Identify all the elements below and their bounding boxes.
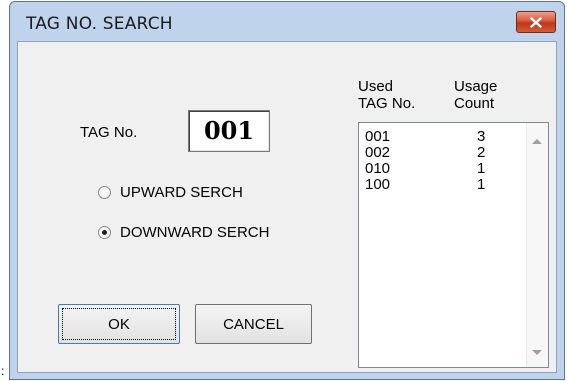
cancel-button[interactable]: CANCEL	[195, 304, 312, 344]
list-item-tag: 002	[365, 144, 391, 161]
radio-upward-search[interactable]: UPWARD SERCH	[98, 184, 243, 201]
list-item[interactable]: 010 1	[359, 161, 524, 177]
used-tag-header-line1: Used	[358, 78, 394, 95]
radio-downward-search[interactable]: DOWNWARD SERCH	[98, 224, 269, 241]
usage-count-header-line1: Usage	[454, 78, 498, 95]
list-item[interactable]: 001 3	[359, 129, 524, 145]
scroll-down-arrow-icon[interactable]	[532, 350, 542, 355]
dialog-client-area: TAG No. 001 UPWARD SERCH DOWNWARD SERCH …	[17, 41, 557, 373]
close-button[interactable]	[516, 11, 556, 33]
list-rows: 001 3 002 2 010 1 100 1	[359, 129, 524, 193]
used-tag-header: Used TAG No.	[358, 78, 415, 112]
ok-button-label: OK	[108, 315, 130, 333]
usage-count-header-line2: Count	[454, 95, 495, 112]
ok-button[interactable]: OK	[58, 304, 180, 344]
usage-count-header: Usage Count	[454, 78, 497, 112]
radio-downward-label: DOWNWARD SERCH	[120, 224, 270, 241]
list-item-count: 3	[477, 128, 486, 145]
scroll-up-arrow-icon[interactable]	[532, 139, 542, 144]
list-item-tag: 100	[365, 176, 391, 193]
radio-upward-label: UPWARD SERCH	[120, 184, 243, 201]
radio-downward-button[interactable]	[98, 226, 111, 239]
dialog-window: TAG NO. SEARCH TAG No. 001 UPWARD SERCH …	[9, 1, 565, 380]
close-icon	[530, 16, 542, 28]
list-item[interactable]: 002 2	[359, 145, 524, 161]
radio-upward-button[interactable]	[98, 186, 111, 199]
window-title: TAG NO. SEARCH	[26, 14, 173, 34]
tag-no-field[interactable]: 001	[188, 110, 270, 152]
stray-colon: :	[1, 364, 5, 378]
list-item-count: 1	[477, 160, 486, 177]
list-item-tag: 010	[365, 160, 391, 177]
list-item-tag: 001	[365, 128, 391, 145]
used-tag-listbox[interactable]: 001 3 002 2 010 1 100 1	[358, 122, 549, 368]
list-item-count: 2	[477, 144, 486, 161]
tag-no-label: TAG No.	[80, 124, 138, 141]
list-item-count: 1	[477, 176, 486, 193]
title-bar[interactable]: TAG NO. SEARCH	[10, 2, 564, 42]
list-item[interactable]: 100 1	[359, 177, 524, 193]
cancel-button-label: CANCEL	[223, 315, 284, 333]
list-scrollbar[interactable]	[526, 123, 548, 367]
used-tag-header-line2: TAG No.	[358, 95, 416, 112]
